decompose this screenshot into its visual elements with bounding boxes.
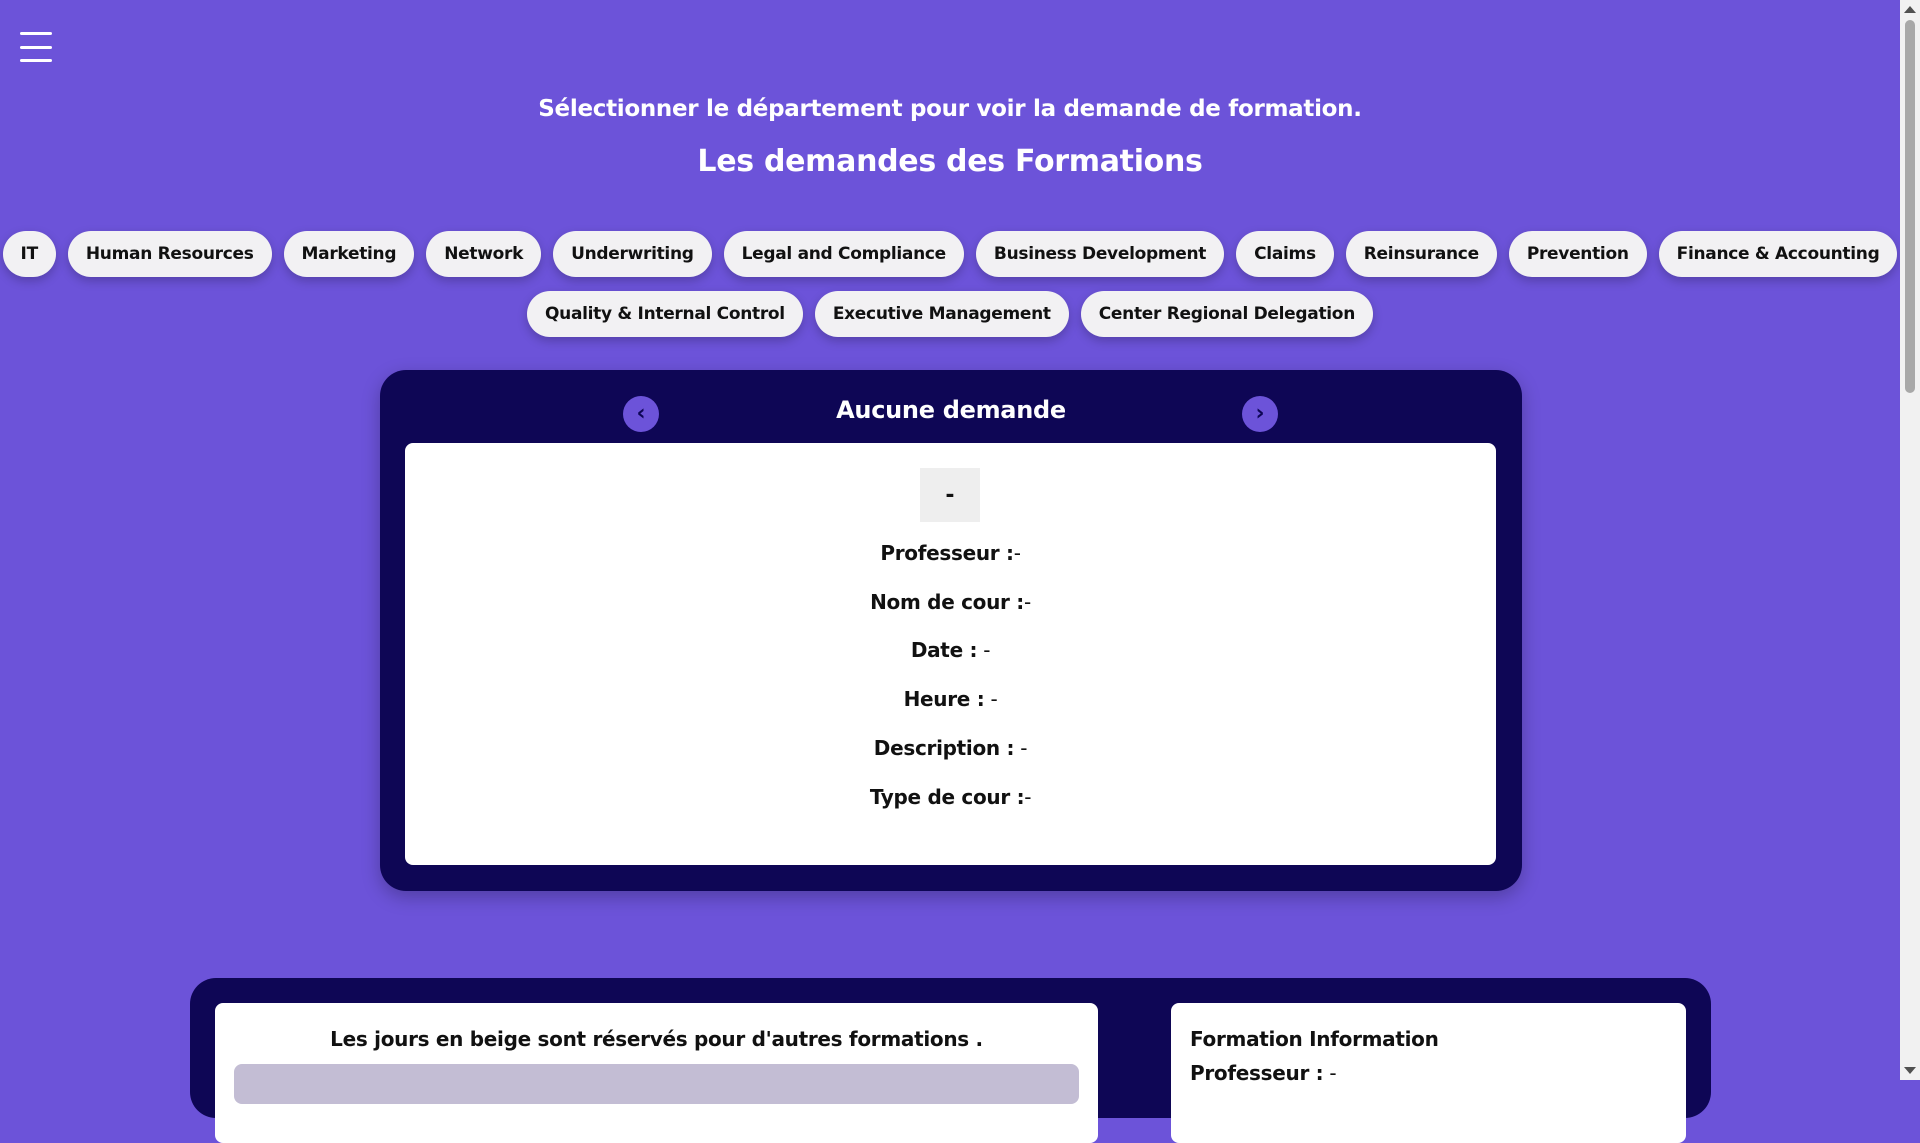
field-description: Description : - (405, 736, 1496, 760)
field-label: Description : (873, 736, 1015, 760)
dept-button-finance-accounting[interactable]: Finance & Accounting (1658, 231, 1898, 277)
formation-info-professeur: Professeur : - (1190, 1061, 1337, 1085)
next-request-button[interactable]: › (1242, 396, 1278, 432)
dept-button-quality-internal-control[interactable]: Quality & Internal Control (527, 291, 803, 337)
field-date: Date : - (405, 638, 1496, 662)
field-heure: Heure : - (405, 687, 1496, 711)
dept-button-human-resources[interactable]: Human Resources (67, 231, 272, 277)
page-subtitle: Sélectionner le département pour voir la… (538, 96, 1362, 122)
field-value: - (1013, 541, 1021, 565)
field-value: - (1023, 590, 1031, 614)
field-value: - (984, 687, 998, 711)
field-value: - (1323, 1061, 1337, 1085)
calendar-note: Les jours en beige sont réservés pour d'… (330, 1027, 983, 1051)
menu-icon[interactable] (20, 32, 52, 62)
calendar-panel: Les jours en beige sont réservés pour d'… (215, 1003, 1098, 1143)
dept-button-underwriting[interactable]: Underwriting (553, 231, 712, 277)
chevron-right-icon: › (1255, 401, 1265, 426)
scroll-up-icon[interactable] (1904, 6, 1916, 13)
field-label: Heure : (903, 687, 985, 711)
department-filter-row-2: Quality & Internal Control Executive Man… (0, 291, 1900, 337)
request-card-title: Aucune demande (836, 396, 1066, 424)
field-label: Type de cour : (869, 785, 1025, 809)
field-nom-de-cour: Nom de cour :- (405, 590, 1496, 614)
field-professeur: Professeur :- (405, 541, 1496, 565)
dept-button-reinsurance[interactable]: Reinsurance (1345, 231, 1497, 277)
field-value: - (1024, 785, 1032, 809)
request-details: - Professeur :- Nom de cour :- Date : - … (405, 443, 1496, 865)
dept-button-prevention[interactable]: Prevention (1508, 231, 1647, 277)
dept-button-claims[interactable]: Claims (1236, 231, 1334, 277)
dept-button-executive-management[interactable]: Executive Management (814, 291, 1069, 337)
department-filter-row-1: IT Human Resources Marketing Network Und… (0, 231, 1900, 277)
page-scrollbar[interactable] (1900, 0, 1920, 1080)
dept-button-legal-compliance[interactable]: Legal and Compliance (723, 231, 964, 277)
field-value: - (977, 638, 991, 662)
formation-info-title: Formation Information (1190, 1027, 1439, 1051)
page-title: Les demandes des Formations (697, 144, 1203, 179)
formation-info-panel: Formation Information Professeur : - (1171, 1003, 1686, 1143)
field-label: Professeur : (880, 541, 1014, 565)
request-card: ‹ Aucune demande › - Professeur :- Nom d… (380, 370, 1522, 891)
calendar-header[interactable] (234, 1064, 1079, 1104)
dept-button-it[interactable]: IT (2, 231, 56, 277)
field-label: Date : (910, 638, 978, 662)
calendar-section: Les jours en beige sont réservés pour d'… (190, 978, 1711, 1143)
field-value: - (1014, 736, 1028, 760)
field-label: Nom de cour : (870, 590, 1024, 614)
scrollbar-thumb[interactable] (1905, 20, 1915, 393)
request-badge: - (920, 468, 980, 522)
dept-button-marketing[interactable]: Marketing (283, 231, 415, 277)
dept-button-network[interactable]: Network (426, 231, 542, 277)
field-type-de-cour: Type de cour :- (405, 785, 1496, 809)
dept-button-business-development[interactable]: Business Development (975, 231, 1225, 277)
scroll-down-icon[interactable] (1904, 1067, 1916, 1074)
dept-button-center-regional-delegation[interactable]: Center Regional Delegation (1080, 291, 1373, 337)
field-label: Professeur : (1190, 1061, 1324, 1085)
